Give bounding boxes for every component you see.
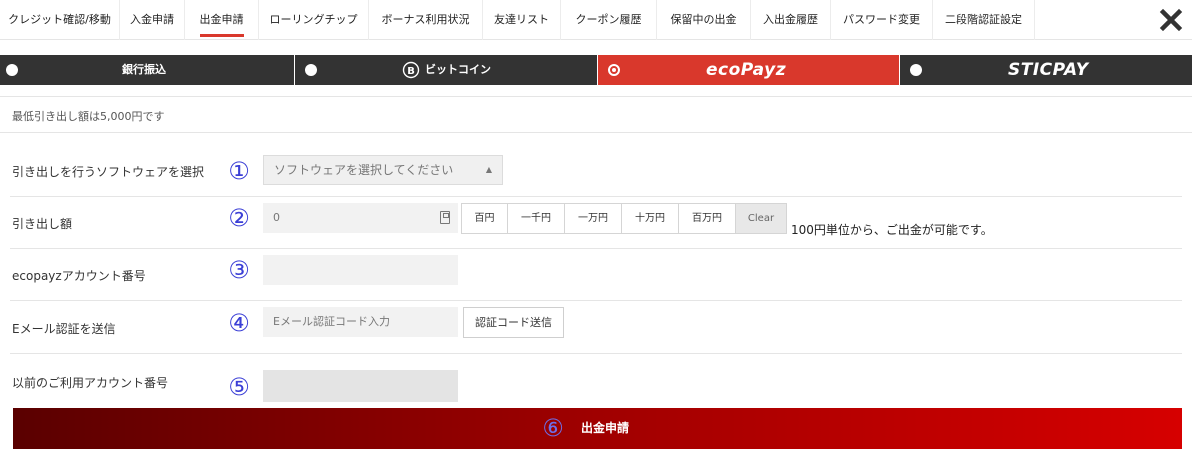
tab-friend-list[interactable]: 友達リスト — [483, 0, 561, 40]
row-divider — [10, 353, 1182, 354]
method-ecopayz[interactable]: ecoPayz — [598, 55, 899, 85]
tab-deposit[interactable]: 入金申請 — [120, 0, 185, 40]
sticpay-logo: STICPAY — [1008, 60, 1089, 80]
tab-rolling-chip[interactable]: ローリングチップ — [259, 0, 369, 40]
withdraw-submit-button[interactable]: ⑥ 出金申請 — [13, 408, 1182, 449]
add-100-yen-button[interactable]: 百円 — [461, 203, 508, 234]
tab-two-factor[interactable]: 二段階認証設定 — [933, 0, 1035, 40]
clear-amount-button[interactable]: Clear — [735, 203, 787, 234]
tab-bonus-status[interactable]: ボーナス利用状況 — [369, 0, 483, 40]
ecopayz-logo: ecoPayz — [706, 60, 787, 80]
bitcoin-icon: B — [402, 61, 420, 79]
method-bitcoin[interactable]: B ビットコイン — [295, 55, 597, 85]
row-divider — [10, 196, 1182, 197]
minimum-notice: 最低引き出し額は5,000円です — [12, 110, 165, 123]
calculator-icon — [440, 211, 450, 224]
ecopayz-account-input[interactable] — [263, 255, 458, 285]
triangle-up-icon: ▲ — [485, 165, 492, 174]
step-number-2: ② — [228, 204, 250, 232]
ecopayz-account-label: ecopayzアカウント番号 — [12, 269, 146, 283]
step-number-6: ⑥ — [542, 414, 564, 442]
step-number-1: ① — [228, 157, 250, 185]
add-10000-yen-button[interactable]: 一万円 — [564, 203, 622, 234]
radio-checked-icon — [608, 64, 620, 76]
row-divider — [10, 300, 1182, 301]
previous-account-select[interactable] — [263, 370, 458, 402]
step-number-5: ⑤ — [228, 373, 250, 401]
software-select[interactable]: ソフトウェアを選択してください ▲ — [263, 155, 503, 185]
step-number-4: ④ — [228, 309, 250, 337]
tab-credit-check[interactable]: クレジット確認/移動 — [0, 0, 120, 40]
radio-unchecked-icon — [910, 64, 922, 76]
divider — [0, 96, 1192, 97]
software-label: 引き出しを行うソフトウェアを選択 — [12, 165, 205, 179]
amount-label: 引き出し額 — [12, 217, 73, 231]
tab-password-change[interactable]: パスワード変更 — [831, 0, 933, 40]
step-number-3: ③ — [228, 256, 250, 284]
radio-unchecked-icon — [6, 64, 18, 76]
tab-coupon-history[interactable]: クーポン履歴 — [561, 0, 657, 40]
tab-transaction-history[interactable]: 入出金履歴 — [751, 0, 831, 40]
row-divider — [10, 248, 1182, 249]
tab-pending-withdrawal[interactable]: 保留中の出金 — [657, 0, 751, 40]
method-bank-transfer[interactable]: 銀行振込 — [0, 55, 294, 85]
tab-withdrawal[interactable]: 出金申請 — [185, 0, 259, 40]
previous-account-label: 以前のご利用アカウント番号 — [12, 376, 169, 390]
radio-unchecked-icon — [305, 64, 317, 76]
divider — [0, 132, 1192, 133]
amount-input[interactable]: 0 — [263, 203, 458, 233]
payment-method-bar: 銀行振込 B ビットコイン ecoPayz STICPAY — [0, 55, 1192, 85]
add-1000000-yen-button[interactable]: 百万円 — [678, 203, 736, 234]
top-nav: クレジット確認/移動 入金申請 出金申請 ローリングチップ ボーナス利用状況 友… — [0, 0, 1192, 40]
add-100000-yen-button[interactable]: 十万円 — [621, 203, 679, 234]
close-x-icon[interactable] — [1159, 8, 1183, 32]
email-verify-label: Eメール認証を送信 — [12, 322, 116, 336]
amount-note: 100円単位から、ご出金が可能です。 — [791, 223, 993, 237]
add-1000-yen-button[interactable]: 一千円 — [507, 203, 565, 234]
email-code-input[interactable]: Eメール認証コード入力 — [263, 307, 458, 337]
send-code-button[interactable]: 認証コード送信 — [463, 307, 564, 338]
method-sticpay[interactable]: STICPAY — [900, 55, 1192, 85]
svg-text:B: B — [407, 66, 415, 77]
